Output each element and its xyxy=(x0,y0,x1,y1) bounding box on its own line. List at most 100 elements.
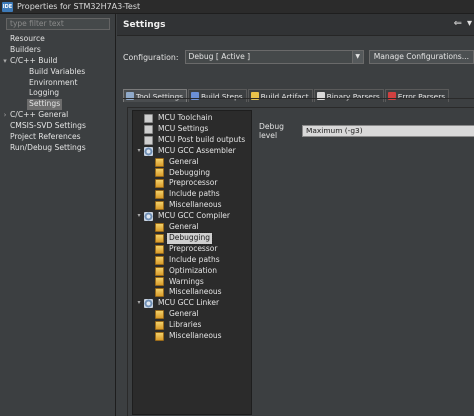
tool-tree-item[interactable]: ▾ MCU GCC Linker xyxy=(135,298,221,309)
dropdown-arrow-icon[interactable]: ▾ xyxy=(467,19,472,29)
tool-tree-item-label: General xyxy=(169,309,199,319)
tool-tree-item-label: MCU Toolchain xyxy=(158,113,213,122)
folder-settings-icon xyxy=(155,190,164,200)
tool-tree-item-label: Include paths xyxy=(169,254,220,264)
debug-level-label: Debug level xyxy=(259,122,284,140)
tool-tree-item-label: Miscellaneous xyxy=(169,331,222,340)
configuration-select[interactable]: Debug [ Active ] ▼ xyxy=(184,50,364,64)
sidebar-item[interactable]: CMSIS-SVD Settings xyxy=(0,121,116,132)
tool-tree-item[interactable]: Debugging xyxy=(146,231,214,245)
chevron-down-icon[interactable]: ▼ xyxy=(351,51,363,63)
main-panel: Settings ⇐ ▾ Configuration: Debug [ Acti… xyxy=(117,14,474,416)
tool-tree-item[interactable]: ▾ MCU GCC Compiler xyxy=(135,211,232,222)
tab-label: Tool Settings xyxy=(136,91,184,101)
folder-settings-icon xyxy=(155,321,164,331)
folder-settings-icon xyxy=(155,266,164,276)
sidebar-item[interactable]: › C/C++ General xyxy=(0,110,116,121)
tool-tree-item[interactable]: Warnings xyxy=(146,277,206,288)
folder-settings-icon xyxy=(155,288,164,298)
tool-tree-item[interactable]: General xyxy=(146,309,201,320)
tool-tree-item[interactable]: Preprocessor xyxy=(146,178,219,189)
sidebar-item[interactable]: Project References xyxy=(0,132,116,143)
manage-configurations-button[interactable]: Manage Configurations... xyxy=(368,50,474,64)
tab[interactable]: Binary Parsers xyxy=(313,89,384,102)
tool-tree-item-label: MCU Post build outputs xyxy=(158,134,246,144)
sidebar-item[interactable]: Environment xyxy=(0,78,116,89)
nav-arrows: ⇐ ▾ xyxy=(454,19,472,29)
tab[interactable]: Build Steps xyxy=(188,89,247,102)
sidebar-item[interactable]: Logging xyxy=(0,88,116,99)
collapse-toggle-icon[interactable]: ▾ xyxy=(135,298,143,309)
tool-tree-item[interactable]: MCU Post build outputs xyxy=(135,135,247,146)
tool-tree: MCU Toolchain MCU Settings MCU Post build … xyxy=(132,110,252,415)
folder-settings-icon xyxy=(155,277,164,287)
tool-tree-item[interactable]: MCU Toolchain xyxy=(135,113,214,124)
expand-toggle-icon[interactable]: › xyxy=(1,110,9,121)
tab-divider xyxy=(123,98,474,99)
folder-settings-icon xyxy=(155,168,164,178)
gear-icon xyxy=(144,146,153,156)
sidebar-item-label: Build Variables xyxy=(29,66,86,76)
tool-tree-item-label: MCU Settings xyxy=(158,123,209,133)
tool-tree-item[interactable]: Include paths xyxy=(146,255,222,266)
sidebar-item-label: CMSIS-SVD Settings xyxy=(10,121,86,131)
tab-label: Build Artifact xyxy=(260,91,309,101)
tool-tree-item[interactable]: Debugging xyxy=(146,168,212,179)
sidebar-item[interactable]: Settings xyxy=(0,99,116,111)
tab[interactable]: Build Artifact xyxy=(247,89,313,102)
tab-label: Error Parsers xyxy=(397,91,446,101)
tab[interactable]: Tool Settings xyxy=(123,89,188,102)
folder-settings-icon xyxy=(155,310,164,320)
tool-tree-item-label: Include paths xyxy=(169,189,220,199)
sidebar-item-label: Builders xyxy=(10,44,41,54)
sidebar-item[interactable]: Build Variables xyxy=(0,67,116,78)
tab-label: Build Steps xyxy=(201,91,243,101)
tool-tree-item[interactable]: Preprocessor xyxy=(146,244,219,255)
page-title: Settings xyxy=(123,19,166,30)
page-icon xyxy=(144,113,153,123)
tool-tree-item-label: General xyxy=(169,222,199,231)
tool-tree-item[interactable]: ▾ MCU GCC Assembler xyxy=(135,146,238,157)
tab[interactable]: Error Parsers xyxy=(384,89,450,102)
folder-settings-icon xyxy=(155,222,164,232)
tool-tree-item[interactable]: Miscellaneous xyxy=(146,287,224,298)
folder-settings-icon xyxy=(155,244,164,254)
page-icon xyxy=(144,135,153,145)
tool-tree-item[interactable]: Optimization xyxy=(146,266,219,277)
collapse-toggle-icon[interactable]: ▾ xyxy=(135,146,143,157)
expand-toggle-icon[interactable]: ▾ xyxy=(1,56,9,67)
debug-level-select[interactable]: Maximum (-g3) xyxy=(302,125,474,137)
sidebar-item-label: C/C++ Build xyxy=(10,55,58,65)
back-arrow-icon[interactable]: ⇐ xyxy=(454,19,462,29)
tool-tree-item[interactable]: Libraries xyxy=(146,320,203,331)
tool-tree-item[interactable]: Miscellaneous xyxy=(146,331,224,342)
tool-tree-item-label: MCU GCC Linker xyxy=(158,298,220,308)
configuration-label: Configuration: xyxy=(123,52,179,62)
sidebar: type filter text Resource Builders ▾ C/C++ … xyxy=(0,14,116,416)
sidebar-item-label: Resource xyxy=(10,34,45,43)
tool-tree-item[interactable]: Include paths xyxy=(146,189,222,200)
tool-tree-item-label: General xyxy=(169,156,199,166)
app-logo-icon: IDE xyxy=(2,1,13,12)
sidebar-item-label: Environment xyxy=(29,77,78,87)
gear-icon xyxy=(144,212,153,222)
debug-level-row: Debug level Maximum (-g3) xyxy=(259,122,474,140)
tool-tree-item-label: Debugging xyxy=(169,167,211,177)
tool-tree-item-label: Preprocessor xyxy=(169,178,218,188)
tool-tree-item[interactable]: MCU Settings xyxy=(135,124,210,135)
sidebar-item[interactable]: Resource xyxy=(0,34,116,45)
folder-settings-icon xyxy=(155,157,164,167)
sidebar-item[interactable]: ▾ C/C++ Build xyxy=(0,56,116,67)
tool-tree-item-label: MCU GCC Assembler xyxy=(158,145,236,155)
collapse-toggle-icon[interactable]: ▾ xyxy=(135,211,143,222)
tool-tree-item[interactable]: General xyxy=(146,222,201,233)
folder-settings-icon xyxy=(155,179,164,189)
tool-tree-item[interactable]: General xyxy=(146,157,201,168)
sidebar-item[interactable]: Builders xyxy=(0,45,116,56)
tool-tree-item-label: Libraries xyxy=(169,320,202,330)
tool-tree-item[interactable]: Miscellaneous xyxy=(146,200,224,211)
sidebar-item-label: Logging xyxy=(29,88,60,98)
gear-icon xyxy=(144,299,153,309)
sidebar-item[interactable]: Run/Debug Settings xyxy=(0,143,116,154)
filter-input[interactable]: type filter text xyxy=(6,18,110,30)
